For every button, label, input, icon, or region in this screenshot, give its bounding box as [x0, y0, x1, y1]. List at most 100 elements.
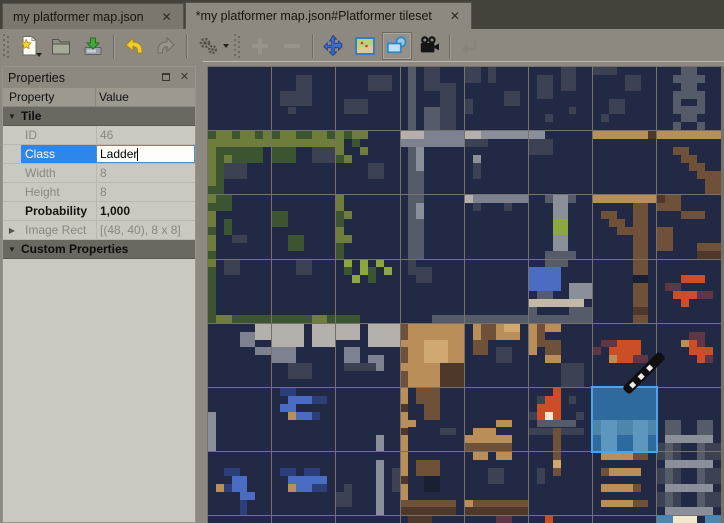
execute-commands-button[interactable]	[192, 32, 232, 60]
tile-r4-c0[interactable]	[208, 324, 271, 387]
tile-r2-c7[interactable]	[657, 195, 720, 258]
tile-r4-c2[interactable]	[336, 324, 399, 387]
new-file-button[interactable]	[14, 32, 44, 60]
tile-r0-c5[interactable]	[529, 67, 592, 130]
property-row-height[interactable]: Height8	[3, 183, 195, 202]
tab-close-icon[interactable]: ✕	[448, 9, 462, 23]
tile-r6-c3[interactable]	[401, 452, 464, 515]
property-value[interactable]: [(48, 40), 8 x 8]	[96, 221, 195, 239]
tile-r4-c7[interactable]	[657, 324, 720, 387]
tile-r5-c2[interactable]	[336, 388, 399, 451]
tile-r5-c7[interactable]	[657, 388, 720, 451]
collapse-arrow-icon[interactable]: ▼	[3, 107, 21, 125]
tile-r1-c6[interactable]	[593, 131, 656, 194]
tile-r7-c4[interactable]	[465, 516, 528, 523]
toolbar-drag-handle[interactable]	[234, 34, 241, 58]
tile-r7-c2[interactable]	[336, 516, 399, 523]
property-row-tile[interactable]: ▼Tile	[3, 107, 195, 126]
tile-r5-c0[interactable]	[208, 388, 271, 451]
tile-r0-c1[interactable]	[272, 67, 335, 130]
tile-r0-c0[interactable]	[208, 67, 271, 130]
tile-r5-c3[interactable]	[401, 388, 464, 451]
tile-r2-c3[interactable]	[401, 195, 464, 258]
tile-r3-c3[interactable]	[401, 260, 464, 323]
tile-r6-c0[interactable]	[208, 452, 271, 515]
select-tiles-tool-button[interactable]	[382, 32, 412, 60]
tile-r7-c1[interactable]	[272, 516, 335, 523]
tab-close-icon[interactable]: ✕	[160, 10, 174, 24]
tile-r1-c4[interactable]	[465, 131, 528, 194]
tile-r2-c0[interactable]	[208, 195, 271, 258]
tile-r0-c2[interactable]	[336, 67, 399, 130]
property-value[interactable]: 1,000	[96, 202, 195, 220]
expand-arrow-icon[interactable]: ▶	[3, 221, 21, 239]
tile-r5-c4[interactable]	[465, 388, 528, 451]
tile-r6-c1[interactable]	[272, 452, 335, 515]
tile-r7-c7[interactable]	[657, 516, 720, 523]
tile-r2-c5[interactable]	[529, 195, 592, 258]
open-file-button[interactable]	[46, 32, 76, 60]
column-header-property[interactable]: Property	[3, 88, 96, 106]
save-file-button[interactable]	[78, 32, 108, 60]
property-row-width[interactable]: Width8	[3, 164, 195, 183]
toolbar-drag-handle[interactable]	[3, 34, 10, 58]
tile-r6-c7[interactable]	[657, 452, 720, 515]
tile-r2-c4[interactable]	[465, 195, 528, 258]
property-row-id[interactable]: ID46	[3, 126, 195, 145]
tile-r3-c6[interactable]	[593, 260, 656, 323]
tile-r3-c4[interactable]	[465, 260, 528, 323]
tile-r4-c4[interactable]	[465, 324, 528, 387]
tile-r0-c7[interactable]	[657, 67, 720, 130]
tab-tileset[interactable]: *my platformer map.json#Platformer tiles…	[185, 2, 472, 29]
column-header-value[interactable]: Value	[96, 88, 195, 106]
collapse-arrow-icon[interactable]: ▼	[3, 240, 21, 258]
tile-r4-c6[interactable]	[593, 324, 656, 387]
move-tool-button[interactable]	[318, 32, 348, 60]
tile-r0-c3[interactable]	[401, 67, 464, 130]
tile-r5-c1[interactable]	[272, 388, 335, 451]
tile-r1-c7[interactable]	[657, 131, 720, 194]
tile-r6-c5[interactable]	[529, 452, 592, 515]
tile-r7-c6[interactable]	[593, 516, 656, 523]
property-value[interactable]: 8	[96, 164, 195, 182]
property-row-image-rect[interactable]: ▶Image Rect[(48, 40), 8 x 8]	[3, 221, 195, 240]
tile-r5-c6[interactable]	[593, 388, 656, 451]
tile-r4-c5[interactable]	[529, 324, 592, 387]
tile-r2-c6[interactable]	[593, 195, 656, 258]
tile-r2-c1[interactable]	[272, 195, 335, 258]
tab-map[interactable]: my platformer map.json✕	[2, 3, 184, 29]
tile-r1-c3[interactable]	[401, 131, 464, 194]
undo-button[interactable]	[119, 32, 149, 60]
float-panel-button[interactable]	[159, 70, 172, 83]
tile-r1-c2[interactable]	[336, 131, 399, 194]
property-row-custom-properties[interactable]: ▼Custom Properties	[3, 240, 195, 259]
tile-animation-editor-button[interactable]	[414, 32, 444, 60]
tile-r0-c6[interactable]	[593, 67, 656, 130]
tile-r6-c2[interactable]	[336, 452, 399, 515]
close-panel-button[interactable]: ✕	[178, 70, 191, 83]
tile-r1-c5[interactable]	[529, 131, 592, 194]
edit-tileset-button[interactable]	[350, 32, 380, 60]
tile-r3-c1[interactable]	[272, 260, 335, 323]
tile-r3-c7[interactable]	[657, 260, 720, 323]
tile-r3-c2[interactable]	[336, 260, 399, 323]
property-value[interactable]: 8	[96, 183, 195, 201]
tile-r3-c0[interactable]	[208, 260, 271, 323]
tile-r6-c4[interactable]	[465, 452, 528, 515]
tile-r1-c0[interactable]	[208, 131, 271, 194]
tile-r7-c3[interactable]	[401, 516, 464, 523]
tile-r6-c6[interactable]	[593, 452, 656, 515]
tile-r1-c1[interactable]	[272, 131, 335, 194]
tile-r0-c4[interactable]	[465, 67, 528, 130]
class-value-editor[interactable]: Ladder	[96, 145, 195, 163]
tile-r5-c5[interactable]	[529, 388, 592, 451]
tile-r7-c5[interactable]	[529, 516, 592, 523]
property-row-probability[interactable]: Probability1,000	[3, 202, 195, 221]
tile-r4-c3[interactable]	[401, 324, 464, 387]
property-row-class[interactable]: ClassLadder	[3, 145, 195, 164]
tile-r2-c2[interactable]	[336, 195, 399, 258]
tile-r3-c5[interactable]	[529, 260, 592, 323]
tile-r4-c1[interactable]	[272, 324, 335, 387]
property-value[interactable]: 46	[96, 126, 195, 144]
tile-r7-c0[interactable]	[208, 516, 271, 523]
